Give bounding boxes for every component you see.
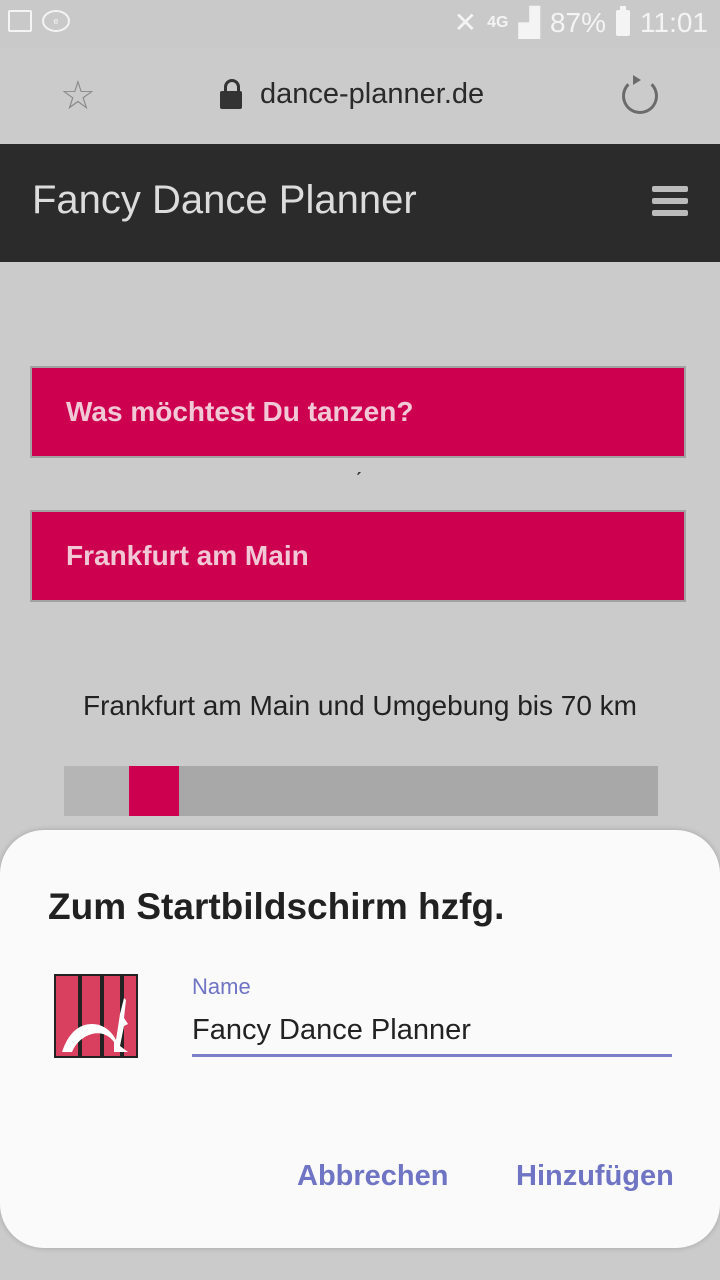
app-header: Fancy Dance Planner — [0, 144, 720, 262]
lock-icon — [220, 78, 242, 109]
image-icon — [8, 10, 32, 32]
dancer-icon — [62, 998, 128, 1052]
network-type: 4G — [487, 13, 509, 31]
location-select[interactable]: Frankfurt am Main — [30, 510, 686, 602]
add-to-homescreen-dialog: Zum Startbildschirm hzfg. Name Abbrechen… — [0, 830, 720, 1248]
battery-percent: 87% — [549, 6, 606, 38]
accent-mark: ˊ — [355, 468, 363, 493]
name-input[interactable] — [192, 1006, 672, 1057]
radius-label: Frankfurt am Main und Umgebung bis 70 km — [82, 690, 638, 721]
slider-thumb[interactable] — [129, 766, 179, 816]
slider-fill — [64, 766, 129, 816]
signal-icon: ▟ — [518, 7, 540, 38]
ebay-icon: e — [42, 10, 70, 32]
app-title: Fancy Dance Planner — [32, 178, 417, 222]
clock: 11:01 — [640, 6, 708, 38]
dance-select[interactable]: Was möchtest Du tanzen? — [30, 366, 686, 458]
dialog-title: Zum Startbildschirm hzfg. — [48, 886, 505, 927]
battery-icon — [616, 5, 630, 36]
star-icon[interactable]: ☆ — [60, 76, 96, 116]
reload-icon[interactable] — [622, 75, 658, 114]
browser-toolbar: ☆ dance-planner.de — [0, 48, 720, 144]
menu-icon[interactable] — [652, 186, 688, 222]
add-button[interactable]: Hinzufügen — [516, 1160, 674, 1193]
radius-slider[interactable] — [64, 766, 658, 816]
mute-icon: ✕ — [453, 7, 478, 38]
address-bar[interactable]: dance-planner.de — [220, 78, 484, 111]
status-bar: e ✕ 4G ▟ 87% 11:01 — [0, 0, 720, 48]
app-logo — [54, 974, 138, 1058]
cancel-button[interactable]: Abbrechen — [297, 1160, 448, 1193]
url-text: dance-planner.de — [260, 78, 485, 110]
name-field-label: Name — [192, 974, 251, 999]
